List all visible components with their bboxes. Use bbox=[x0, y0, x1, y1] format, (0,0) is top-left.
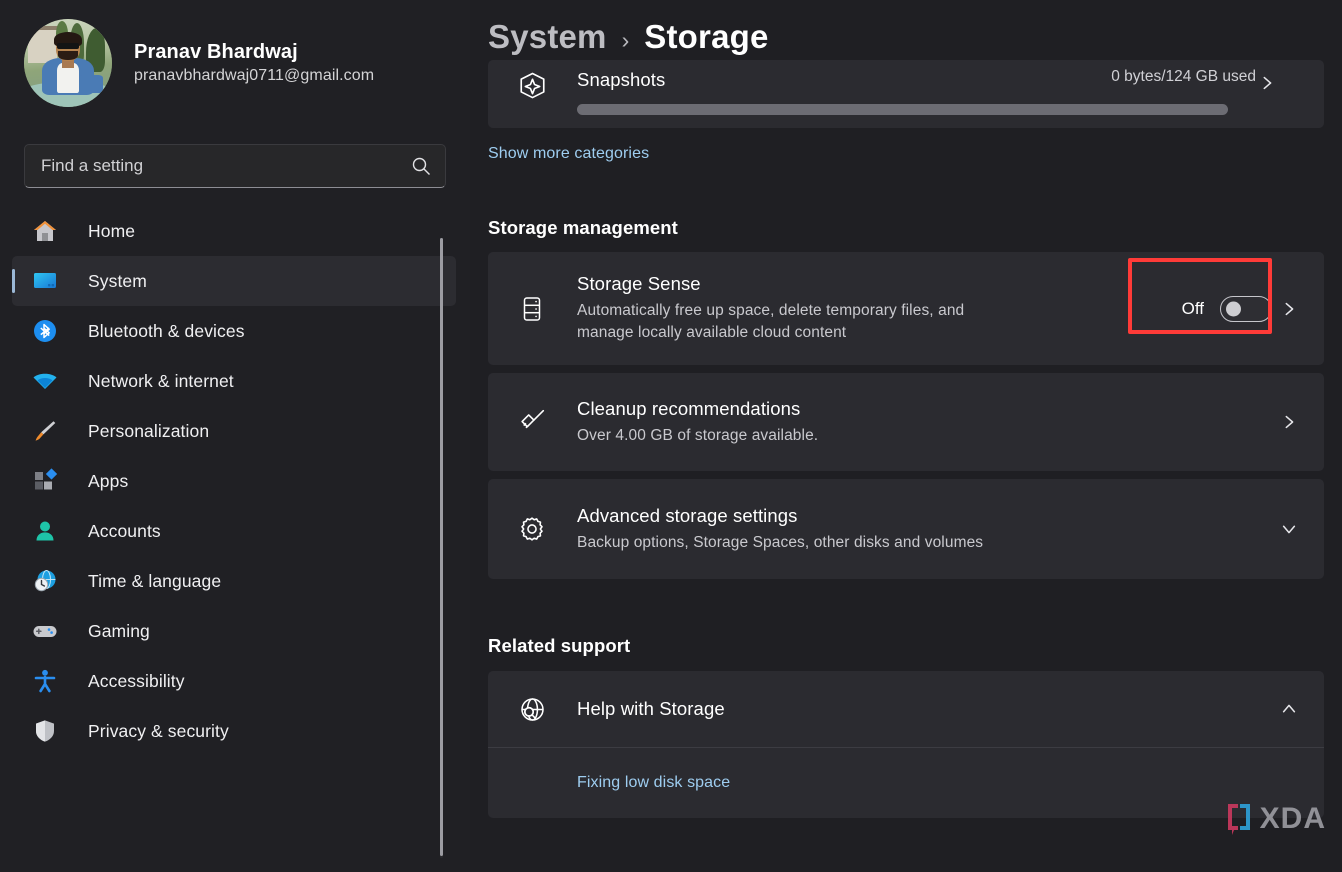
gear-icon bbox=[510, 513, 554, 545]
storage-sense-toggle-group: Off bbox=[1182, 296, 1272, 322]
sidebar-item-label: System bbox=[88, 271, 147, 292]
sidebar-item-personalization[interactable]: Personalization bbox=[12, 406, 456, 456]
toggle-knob bbox=[1226, 301, 1241, 316]
help-with-storage-title: Help with Storage bbox=[577, 698, 1276, 720]
gamepad-icon bbox=[30, 616, 60, 646]
system-monitor-icon bbox=[30, 266, 60, 296]
search-container bbox=[0, 144, 470, 188]
sidebar-item-privacy-security[interactable]: Privacy & security bbox=[12, 706, 456, 756]
sidebar: Pranav Bhardwaj pranavbhardwaj0711@gmail… bbox=[0, 0, 470, 872]
cleanup-subtitle: Over 4.00 GB of storage available. bbox=[577, 425, 1276, 447]
wifi-icon bbox=[30, 366, 60, 396]
hard-drive-icon bbox=[510, 293, 554, 325]
sidebar-item-apps[interactable]: Apps bbox=[12, 456, 456, 506]
sidebar-item-home[interactable]: Home bbox=[12, 206, 456, 256]
help-link-fixing-low-disk-space[interactable]: Fixing low disk space bbox=[577, 774, 730, 792]
help-with-storage-card: Help with Storage Fixing low disk space bbox=[488, 671, 1324, 818]
storage-sense-toggle[interactable] bbox=[1220, 296, 1272, 322]
related-support-heading: Related support bbox=[488, 635, 1342, 657]
show-more-categories-link[interactable]: Show more categories bbox=[488, 145, 649, 163]
cleanup-title: Cleanup recommendations bbox=[577, 398, 1276, 420]
breadcrumb-parent[interactable]: System bbox=[488, 18, 607, 56]
settings-window: Pranav Bhardwaj pranavbhardwaj0711@gmail… bbox=[0, 0, 1342, 872]
chevron-right-icon[interactable] bbox=[1254, 74, 1280, 92]
xda-wordmark: XDA bbox=[1260, 802, 1326, 836]
paintbrush-icon bbox=[30, 416, 60, 446]
sidebar-item-bluetooth-devices[interactable]: Bluetooth & devices bbox=[12, 306, 456, 356]
sidebar-item-label: Accessibility bbox=[88, 671, 185, 692]
breadcrumb: System › Storage bbox=[470, 0, 1342, 56]
chevron-right-icon[interactable] bbox=[1276, 300, 1302, 318]
sidebar-item-label: Accounts bbox=[88, 521, 161, 542]
snapshots-usage-label: 0 bytes/124 GB used bbox=[1111, 68, 1256, 86]
apps-icon bbox=[30, 466, 60, 496]
storage-sense-card[interactable]: Storage Sense Automatically free up spac… bbox=[488, 252, 1324, 365]
sidebar-item-system[interactable]: System bbox=[12, 256, 456, 306]
sidebar-item-label: Apps bbox=[88, 471, 128, 492]
snapshots-card[interactable]: Snapshots 0 bytes/124 GB used bbox=[488, 60, 1324, 128]
broom-icon bbox=[510, 406, 554, 438]
sidebar-item-network-internet[interactable]: Network & internet bbox=[12, 356, 456, 406]
sidebar-item-accessibility[interactable]: Accessibility bbox=[12, 656, 456, 706]
storage-sense-title: Storage Sense bbox=[577, 273, 976, 295]
globe-search-icon bbox=[510, 694, 554, 725]
sidebar-item-accounts[interactable]: Accounts bbox=[12, 506, 456, 556]
account-header[interactable]: Pranav Bhardwaj pranavbhardwaj0711@gmail… bbox=[0, 0, 470, 110]
help-link-row[interactable]: Fixing low disk space bbox=[488, 748, 1324, 818]
sidebar-item-label: Network & internet bbox=[88, 371, 234, 392]
sidebar-scrollbar-thumb[interactable] bbox=[440, 238, 443, 856]
search-input[interactable] bbox=[41, 156, 411, 176]
advanced-subtitle: Backup options, Storage Spaces, other di… bbox=[577, 532, 1276, 554]
account-email: pranavbhardwaj0711@gmail.com bbox=[134, 67, 374, 85]
sidebar-item-label: Personalization bbox=[88, 421, 209, 442]
accessibility-icon bbox=[30, 666, 60, 696]
sidebar-item-label: Privacy & security bbox=[88, 721, 229, 742]
clock-globe-icon bbox=[30, 566, 60, 596]
snapshots-progress-bar bbox=[577, 104, 1228, 115]
chevron-right-icon[interactable] bbox=[1276, 413, 1302, 431]
sidebar-item-gaming[interactable]: Gaming bbox=[12, 606, 456, 656]
help-with-storage-header[interactable]: Help with Storage bbox=[488, 671, 1324, 747]
snapshot-hexagon-icon bbox=[510, 70, 554, 103]
sidebar-item-label: Gaming bbox=[88, 621, 150, 642]
avatar bbox=[24, 19, 112, 107]
sidebar-item-label: Bluetooth & devices bbox=[88, 321, 245, 342]
storage-management-heading: Storage management bbox=[488, 217, 1342, 239]
chevron-down-icon[interactable] bbox=[1276, 520, 1302, 538]
search-box[interactable] bbox=[24, 144, 446, 188]
search-icon[interactable] bbox=[411, 156, 431, 176]
breadcrumb-separator-icon: › bbox=[622, 27, 630, 54]
advanced-storage-settings-card[interactable]: Advanced storage settings Backup options… bbox=[488, 479, 1324, 579]
settings-list: Snapshots 0 bytes/124 GB used Show more … bbox=[470, 60, 1342, 818]
shield-icon bbox=[30, 716, 60, 746]
show-more-categories-row: Show more categories bbox=[488, 145, 1342, 163]
account-name: Pranav Bhardwaj bbox=[134, 41, 374, 64]
bluetooth-icon bbox=[30, 316, 60, 346]
advanced-title: Advanced storage settings bbox=[577, 505, 1276, 527]
storage-sense-subtitle: Automatically free up space, delete temp… bbox=[577, 300, 976, 344]
sidebar-item-time-language[interactable]: Time & language bbox=[12, 556, 456, 606]
sidebar-nav: Home System bbox=[0, 206, 470, 756]
person-icon bbox=[30, 516, 60, 546]
xda-logo-icon bbox=[1226, 802, 1252, 836]
chevron-up-icon[interactable] bbox=[1276, 700, 1302, 718]
sidebar-item-label: Home bbox=[88, 221, 135, 242]
cleanup-recommendations-card[interactable]: Cleanup recommendations Over 4.00 GB of … bbox=[488, 373, 1324, 471]
xda-watermark: XDA bbox=[1226, 802, 1326, 836]
page-title: Storage bbox=[644, 18, 768, 56]
sidebar-item-label: Time & language bbox=[88, 571, 221, 592]
home-icon bbox=[30, 216, 60, 246]
main-content: System › Storage Snapshots 0 bytes/124 G… bbox=[470, 0, 1342, 872]
storage-sense-toggle-label: Off bbox=[1182, 299, 1204, 319]
